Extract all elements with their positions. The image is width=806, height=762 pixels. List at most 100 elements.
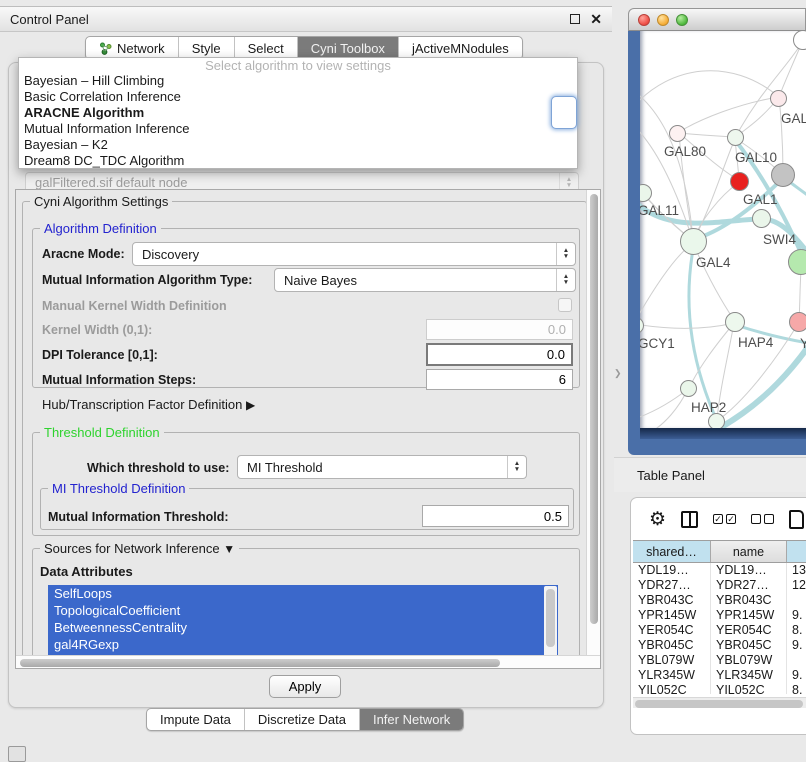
group-title: Threshold Definition	[40, 425, 164, 440]
hub-definition-toggle[interactable]: Hub/Transcription Factor Definition ▶	[42, 397, 255, 412]
zoom-traffic-light-icon[interactable]	[676, 14, 688, 26]
scrollbar-thumb[interactable]	[635, 700, 803, 708]
table-row[interactable]: YBR043CYBR043C	[633, 593, 806, 608]
manual-kernel-width-checkbox[interactable]	[558, 298, 572, 312]
column-header[interactable]: shared…	[633, 541, 711, 562]
panel-divider-handle[interactable]: ❯	[614, 368, 620, 378]
hide-columns-icon[interactable]	[751, 514, 774, 524]
network-node[interactable]	[708, 413, 725, 429]
table-cell: 8.	[787, 623, 806, 638]
columns-icon[interactable]	[681, 511, 698, 528]
show-columns-icon[interactable]: ✓✓	[713, 514, 736, 524]
attribute-item[interactable]: gal4RGexp	[48, 636, 558, 653]
tab-label: Network	[117, 41, 165, 56]
tab-cyni-toolbox[interactable]: Cyni Toolbox	[297, 37, 398, 59]
aracne-mode-label: Aracne Mode:	[42, 247, 125, 261]
table-cell: YBL079W	[633, 653, 711, 668]
table-row[interactable]: YBL079WYBL079W	[633, 653, 806, 668]
network-node[interactable]	[771, 163, 795, 187]
table-cell: 9.	[787, 608, 806, 623]
mi-steps-label: Mutual Information Steps:	[42, 373, 196, 387]
algorithm-option[interactable]: Dream8 DC_TDC Algorithm	[19, 153, 577, 169]
network-node-y[interactable]	[789, 312, 806, 332]
network-window-titlebar	[628, 8, 806, 31]
close-icon[interactable]: ✕	[590, 14, 602, 24]
dock-panel-button[interactable]	[8, 746, 26, 762]
tab-infer-network[interactable]: Infer Network	[359, 709, 463, 730]
node-label: HAP4	[738, 335, 773, 350]
table-cell: 8.	[787, 683, 806, 694]
table-row[interactable]: YBR045CYBR045C9.	[633, 638, 806, 653]
network-node-gal[interactable]	[770, 90, 787, 107]
gear-icon[interactable]: ⚙	[649, 510, 666, 529]
apply-button[interactable]: Apply	[269, 675, 341, 698]
manual-kernel-width-label: Manual Kernel Width Definition	[42, 299, 227, 313]
mi-threshold-input[interactable]	[422, 505, 569, 527]
table-row[interactable]: YDR27…YDR27…12	[633, 578, 806, 593]
tab-label: jActiveMNodules	[412, 41, 509, 56]
scrollbar-thumb[interactable]	[590, 194, 598, 624]
tab-network[interactable]: Network	[86, 37, 178, 59]
network-node-gal1[interactable]	[730, 172, 749, 191]
list-scrollbar	[544, 586, 557, 658]
node-label: GAL80	[664, 144, 706, 159]
kernel-width-label: Kernel Width (0,1):	[42, 323, 152, 337]
algorithm-option[interactable]: Mutual Information Inference	[19, 121, 577, 137]
tab-select[interactable]: Select	[234, 37, 297, 59]
data-attributes-label: Data Attributes	[40, 564, 133, 579]
dpi-tolerance-input[interactable]	[426, 343, 573, 366]
close-traffic-light-icon[interactable]	[638, 14, 650, 26]
scrollbar-thumb[interactable]	[546, 589, 555, 647]
table-row[interactable]: YIL052CYIL052C8.	[633, 683, 806, 694]
float-window-icon[interactable]	[570, 14, 580, 24]
network-view-window: GALGAL80GAL10GAL1GAL11SWI4GAL4GCY1HAP4YH…	[628, 8, 806, 455]
combo-arrows-icon: ▲▼	[507, 456, 526, 478]
which-threshold-combo[interactable]: MI Threshold ▲▼	[237, 455, 527, 479]
table-cell: 13	[787, 563, 806, 578]
network-canvas[interactable]: GALGAL80GAL10GAL1GAL11SWI4GAL4GCY1HAP4YH…	[640, 31, 806, 428]
network-node-gal80[interactable]	[669, 125, 686, 142]
network-node-gal4[interactable]	[680, 228, 707, 255]
algorithm-option[interactable]: Bayesian – K2	[19, 137, 577, 153]
table-header-row: shared…nameA	[633, 541, 806, 563]
scrollbar-thumb[interactable]	[20, 659, 500, 667]
table-cell: YDL19…	[633, 563, 711, 578]
column-header[interactable]: A	[787, 541, 806, 562]
algorithm-option[interactable]: Basic Correlation Inference	[19, 89, 577, 105]
tab-jactivemnodules[interactable]: jActiveMNodules	[398, 37, 522, 59]
sources-toggle[interactable]: Sources for Network Inference ▼	[40, 541, 239, 556]
mi-steps-input[interactable]	[426, 369, 573, 390]
kernel-width-input[interactable]	[426, 319, 573, 340]
table-cell: YDR27…	[633, 578, 711, 593]
aracne-mode-combo[interactable]: Discovery ▲▼	[132, 242, 576, 266]
table-row[interactable]: YER054CYER054C8.	[633, 623, 806, 638]
table-row[interactable]: YLR345WYLR345W9.	[633, 668, 806, 683]
tab-style[interactable]: Style	[178, 37, 234, 59]
network-node-gal10[interactable]	[727, 129, 744, 146]
control-panel-title: Control Panel	[10, 12, 570, 27]
node-label: GAL4	[696, 255, 731, 270]
attribute-item[interactable]: TopologicalCoefficient	[48, 602, 558, 619]
node-label: GAL10	[735, 150, 777, 165]
network-node-swi4[interactable]	[752, 209, 771, 228]
network-node-hap2[interactable]	[680, 380, 697, 397]
column-header[interactable]: name	[711, 541, 787, 562]
attribute-item[interactable]: SelfLoops	[48, 585, 558, 602]
minimize-traffic-light-icon[interactable]	[657, 14, 669, 26]
tab-discretize-data[interactable]: Discretize Data	[244, 709, 359, 730]
table-cell: YPR145W	[633, 608, 711, 623]
document-icon[interactable]	[789, 510, 804, 529]
attribute-item[interactable]: BetweennessCentrality	[48, 619, 558, 636]
tab-impute-data[interactable]: Impute Data	[147, 709, 244, 730]
network-node-hap4[interactable]	[725, 312, 745, 332]
tab-label: Discretize Data	[258, 712, 346, 727]
algorithm-option[interactable]: Bayesian – Hill Climbing	[19, 73, 577, 89]
mi-algorithm-type-combo[interactable]: Naive Bayes ▲▼	[274, 268, 576, 292]
table-row[interactable]: YPR145WYPR145W9.	[633, 608, 806, 623]
combo-arrows-icon: ▲▼	[556, 269, 575, 291]
settings-scrollpane: Cyni Algorithm Settings Algorithm Defini…	[15, 189, 601, 669]
algorithm-option[interactable]: ARACNE Algorithm	[19, 105, 577, 121]
tab-label: Select	[248, 41, 284, 56]
table-row[interactable]: YDL19…YDL19…13	[633, 563, 806, 578]
table-cell: YER054C	[711, 623, 787, 638]
